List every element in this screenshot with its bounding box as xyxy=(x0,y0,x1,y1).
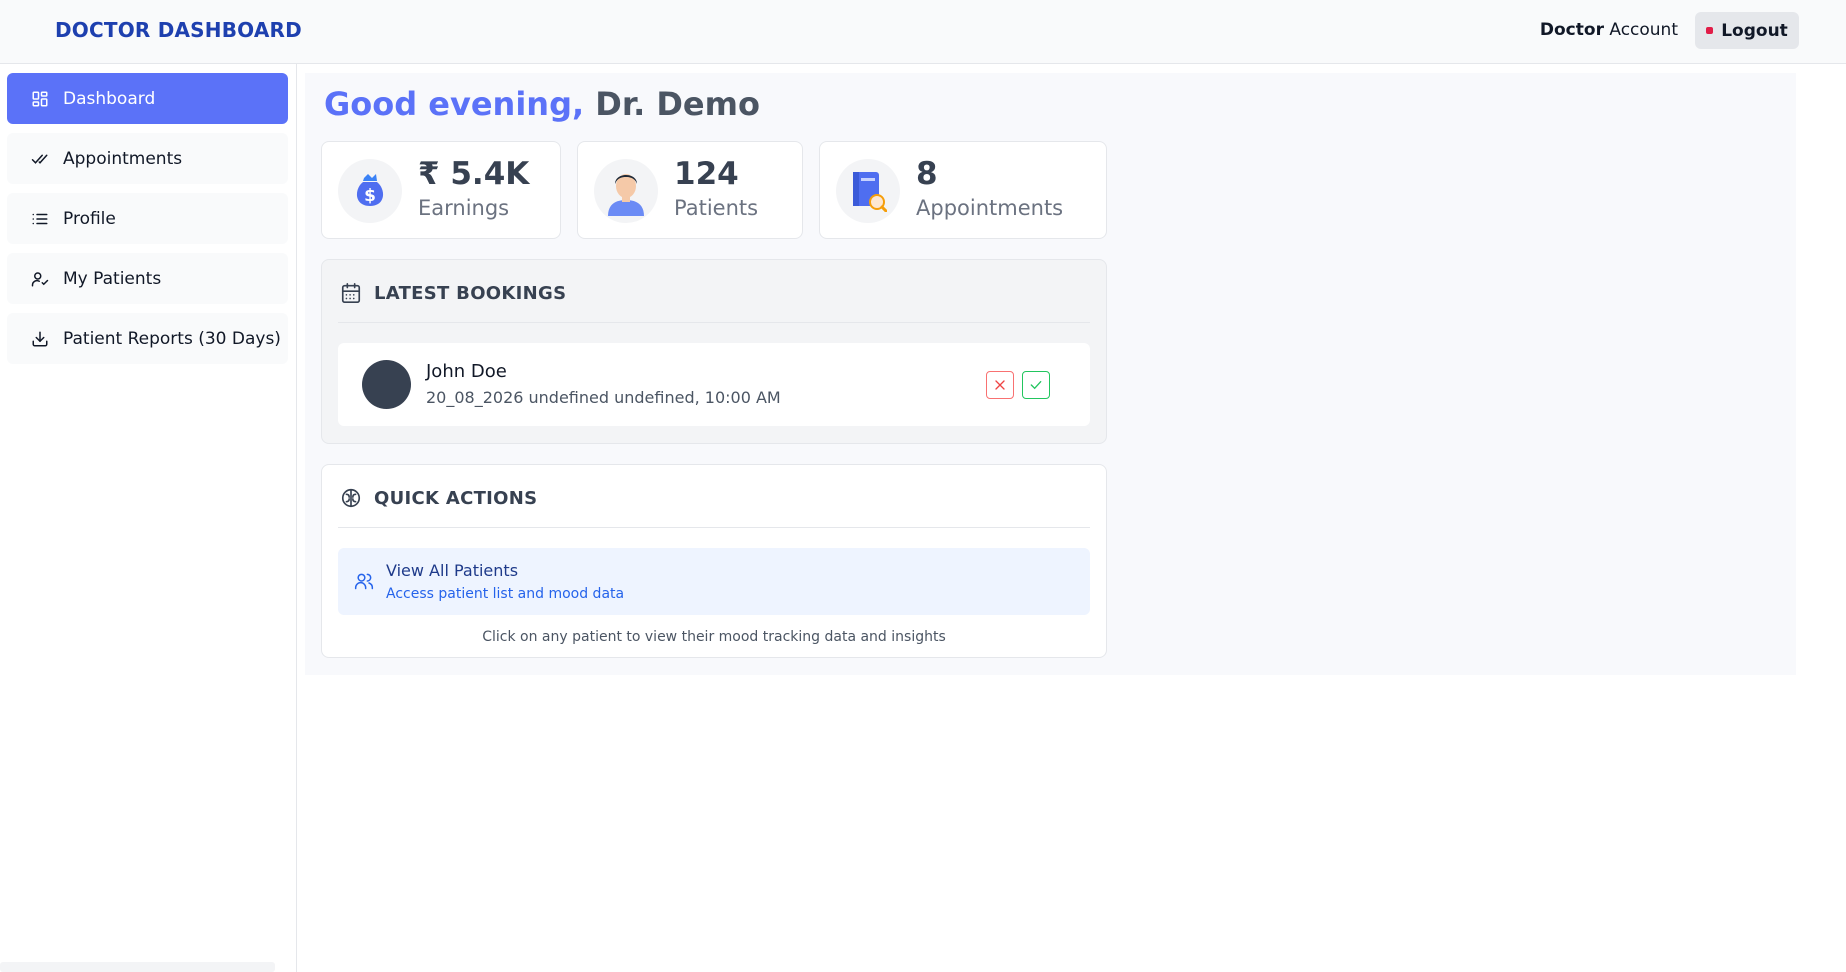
sidebar: Dashboard Appointments Profile My Patien… xyxy=(0,64,297,972)
sidebar-item-profile[interactable]: Profile xyxy=(7,193,288,244)
appointment-book-icon xyxy=(836,159,900,223)
account-suffix: Account xyxy=(1603,20,1678,40)
panel-heading: QUICK ACTIONS xyxy=(340,487,537,509)
quick-action-title: View All Patients xyxy=(386,561,519,580)
page-title: Good evening, Dr. Demo xyxy=(324,85,760,123)
download-icon xyxy=(32,331,48,346)
list-item[interactable]: John Doe 20_08_2026 undefined undefined,… xyxy=(338,343,1090,426)
user-check-icon xyxy=(31,271,49,286)
logout-icon xyxy=(1706,27,1714,34)
top-bar: DOCTOR DASHBOARD Doctor Account Logout xyxy=(0,0,1846,64)
stat-value: ₹ 5.4K xyxy=(418,156,530,192)
dashboard-grid-icon xyxy=(32,91,48,106)
sidebar-scrollbar[interactable] xyxy=(0,962,275,972)
stat-card-appointments: 8 Appointments xyxy=(819,141,1107,239)
sidebar-item-label: My Patients xyxy=(63,268,162,289)
latest-bookings-panel: LATEST BOOKINGS John Doe 20_08_2026 unde… xyxy=(321,259,1107,444)
brand-title: DOCTOR DASHBOARD xyxy=(55,18,302,42)
view-all-patients-button[interactable]: View All Patients Access patient list an… xyxy=(338,548,1090,615)
sidebar-item-appointments[interactable]: Appointments xyxy=(7,133,288,184)
patient-avatar-icon xyxy=(594,159,658,223)
sidebar-item-label: Dashboard xyxy=(63,88,156,109)
close-icon xyxy=(995,380,1005,390)
patient-name: John Doe xyxy=(426,361,507,382)
sidebar-item-my-patients[interactable]: My Patients xyxy=(7,253,288,304)
logout-label: Logout xyxy=(1721,20,1788,41)
account-role: Doctor xyxy=(1539,20,1604,40)
sidebar-item-label: Patient Reports (30 Days) xyxy=(63,328,281,349)
money-bag-icon: $ xyxy=(338,159,402,223)
stat-label: Patients xyxy=(674,196,759,220)
sidebar-item-dashboard[interactable]: Dashboard xyxy=(7,73,288,124)
brain-icon xyxy=(341,488,361,508)
double-check-icon xyxy=(31,154,48,164)
stat-card-patients: 124 Patients xyxy=(577,141,803,239)
stat-label: Earnings xyxy=(418,196,510,220)
account-label: Doctor Account xyxy=(1540,20,1678,40)
users-icon xyxy=(354,573,374,590)
stat-card-earnings: $ ₹ 5.4K Earnings xyxy=(321,141,561,239)
divider xyxy=(338,322,1090,323)
stat-value: 124 xyxy=(674,156,739,192)
main-content: Good evening, Dr. Demo $ ₹ 5.4K Earnings… xyxy=(305,73,1796,675)
check-icon xyxy=(1030,381,1042,390)
stat-label: Appointments xyxy=(916,196,1064,220)
quick-actions-panel: QUICK ACTIONS View All Patients Access p… xyxy=(321,464,1107,658)
sidebar-item-label: Appointments xyxy=(63,148,183,169)
quick-actions-hint: Click on any patient to view their mood … xyxy=(482,629,946,645)
panel-heading: LATEST BOOKINGS xyxy=(340,282,566,304)
panel-title: LATEST BOOKINGS xyxy=(374,282,567,304)
avatar xyxy=(362,360,411,409)
logout-button[interactable]: Logout xyxy=(1695,12,1799,49)
greeting-text: Good evening, xyxy=(324,85,585,123)
accept-button[interactable] xyxy=(1022,371,1050,399)
divider xyxy=(338,527,1090,528)
reject-button[interactable] xyxy=(986,371,1014,399)
calendar-icon xyxy=(341,283,361,303)
svg-text:$: $ xyxy=(364,186,376,206)
quick-action-subtitle: Access patient list and mood data xyxy=(386,586,625,602)
stat-value: 8 xyxy=(916,156,938,192)
sidebar-item-patient-reports[interactable]: Patient Reports (30 Days) xyxy=(7,313,288,364)
list-icon xyxy=(32,213,48,224)
panel-title: QUICK ACTIONS xyxy=(374,487,538,509)
doctor-name: Dr. Demo xyxy=(584,85,760,123)
sidebar-item-label: Profile xyxy=(63,208,116,229)
booking-datetime: 20_08_2026 undefined undefined, 10:00 AM xyxy=(426,388,781,407)
